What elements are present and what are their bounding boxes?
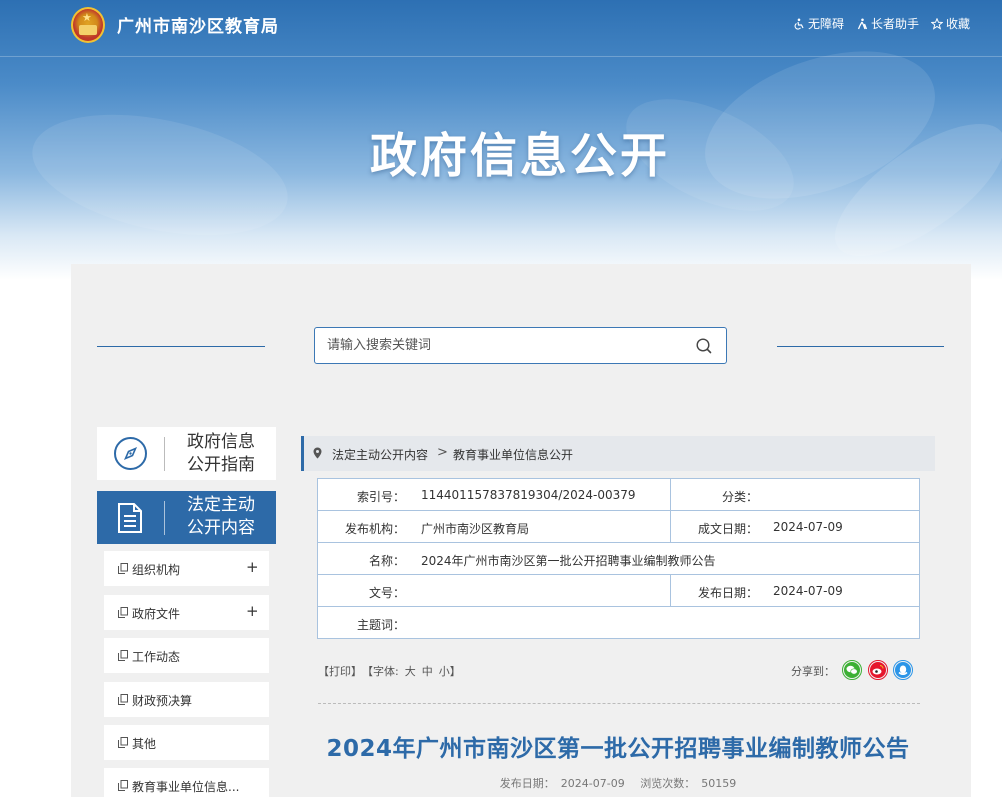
page-icon (118, 650, 128, 661)
search-box (314, 327, 727, 364)
accessibility-link[interactable]: 无障碍 (793, 15, 844, 32)
favorite-label: 收藏 (946, 17, 971, 31)
sidebar-item-label: 财政预决算 (132, 694, 193, 708)
publisher-value: 广州市南沙区教育局 (421, 522, 530, 536)
keywords-label: 主题词： (356, 618, 405, 632)
page-icon (118, 737, 128, 748)
compass-icon (114, 437, 147, 470)
document-icon (118, 503, 142, 533)
search-divider-left (97, 346, 265, 347)
document-info-table: 索引号： 114401157837819304/2024-00379 分类： 发… (317, 478, 920, 639)
sidebar-item-gov-documents[interactable]: 政府文件 + (104, 595, 269, 630)
wheelchair-icon (794, 18, 804, 30)
sidebar-active-label: 法定主动 公开内容 (187, 495, 255, 538)
breadcrumb: 法定主动公开内容 > 教育事业单位信息公开 (301, 436, 935, 471)
article-title: 2024年广州市南沙区第一批公开招聘事业编制教师公告 (326, 736, 910, 762)
publish-date-value: 2024-07-09 (773, 584, 843, 598)
category-label: 分类： (721, 490, 758, 504)
created-date-label: 成文日期： (697, 522, 758, 536)
article-date: 发布日期： 2024-07-09 (499, 777, 625, 790)
font-medium-button[interactable]: 中 (422, 663, 433, 679)
content-divider (318, 703, 920, 704)
font-large-button[interactable]: 大 (405, 663, 416, 679)
share-weibo-button[interactable] (868, 660, 888, 680)
elder-assistant-link[interactable]: 长者助手 (856, 15, 919, 32)
search-icon[interactable] (695, 337, 713, 355)
table-row: 索引号： 114401157837819304/2024-00379 分类： (318, 479, 919, 511)
created-date-value: 2024-07-09 (773, 520, 843, 534)
share-wechat-button[interactable] (842, 660, 862, 680)
sidebar-guide-label: 政府信息 公开指南 (187, 432, 255, 475)
breadcrumb-separator: > (437, 445, 448, 460)
index-number-value: 114401157837819304/2024-00379 (421, 488, 636, 502)
search-input[interactable] (315, 328, 685, 363)
font-size-prefix: 【字体: (362, 665, 399, 678)
index-number-label: 索引号： (356, 490, 405, 504)
share-qq-button[interactable] (893, 660, 913, 680)
page-icon (118, 607, 128, 618)
page-icon (118, 563, 128, 574)
location-pin-icon (313, 447, 322, 459)
qq-icon (893, 660, 913, 680)
name-label: 名称： (368, 554, 405, 568)
table-row: 名称： 2024年广州市南沙区第一批公开招聘事业编制教师公告 (318, 543, 919, 575)
publish-date-label: 发布日期： (697, 586, 758, 600)
expand-icon[interactable]: + (246, 558, 259, 576)
sidebar-item-organization[interactable]: 组织机构 + (104, 551, 269, 586)
share-label: 分享到： (791, 665, 835, 678)
font-small-button[interactable]: 小 (439, 663, 450, 679)
top-links: 无障碍 长者助手 收藏 (793, 15, 970, 32)
accessibility-label: 无障碍 (808, 17, 845, 31)
doc-number-label: 文号： (368, 586, 405, 600)
sidebar-item-label: 政府文件 (132, 607, 181, 621)
breadcrumb-level1[interactable]: 法定主动公开内容 (332, 446, 428, 463)
elder-icon (857, 18, 868, 29)
sidebar-statutory-content[interactable]: 法定主动 公开内容 (97, 491, 276, 544)
sidebar-item-label: 其他 (132, 737, 157, 751)
favorite-link[interactable]: 收藏 (931, 15, 970, 32)
sidebar-item-label: 工作动态 (132, 650, 181, 664)
article-tools: 【打印】 【字体: 大 中 小 】 (318, 663, 461, 679)
sidebar-guide[interactable]: 政府信息 公开指南 (97, 427, 276, 480)
site-title[interactable]: 广州市南沙区教育局 (117, 12, 279, 37)
sidebar-item-label: 教育事业单位信息... (132, 780, 240, 794)
weibo-icon (868, 660, 888, 680)
publisher-label: 发布机构： (344, 522, 405, 536)
article-meta: 发布日期： 2024-07-09 浏览次数： 50159 (301, 775, 935, 791)
elder-assistant-label: 长者助手 (871, 17, 920, 31)
expand-icon[interactable]: + (246, 602, 259, 620)
font-size-suffix: 】 (449, 665, 461, 678)
table-row: 文号： 发布日期： 2024-07-09 (318, 575, 919, 607)
article-views: 浏览次数： 50159 (640, 777, 737, 790)
wechat-icon (842, 660, 862, 680)
national-emblem-logo[interactable]: ★ (71, 7, 105, 43)
sidebar-item-work-news[interactable]: 工作动态 (104, 638, 269, 673)
breadcrumb-level2[interactable]: 教育事业单位信息公开 (453, 446, 573, 463)
table-row: 发布机构： 广州市南沙区教育局 成文日期： 2024-07-09 (318, 511, 919, 543)
search-divider-right (777, 346, 944, 347)
page-icon (118, 780, 128, 791)
sidebar-item-budget[interactable]: 财政预决算 (104, 682, 269, 717)
star-icon (931, 17, 944, 30)
sidebar-item-label: 组织机构 (132, 563, 181, 577)
print-button[interactable]: 【打印】 (318, 663, 362, 679)
table-row: 主题词： (318, 607, 919, 639)
sidebar-item-other[interactable]: 其他 (104, 725, 269, 760)
name-value: 2024年广州市南沙区第一批公开招聘事业编制教师公告 (421, 554, 716, 568)
sidebar-item-edu-institutions[interactable]: 教育事业单位信息... (104, 768, 269, 797)
header-banner: ★ 广州市南沙区教育局 无障碍 长者助手 收藏 政府信息公开 (0, 0, 1002, 280)
banner-title: 政府信息公开 (370, 129, 670, 184)
page-icon (118, 694, 128, 705)
